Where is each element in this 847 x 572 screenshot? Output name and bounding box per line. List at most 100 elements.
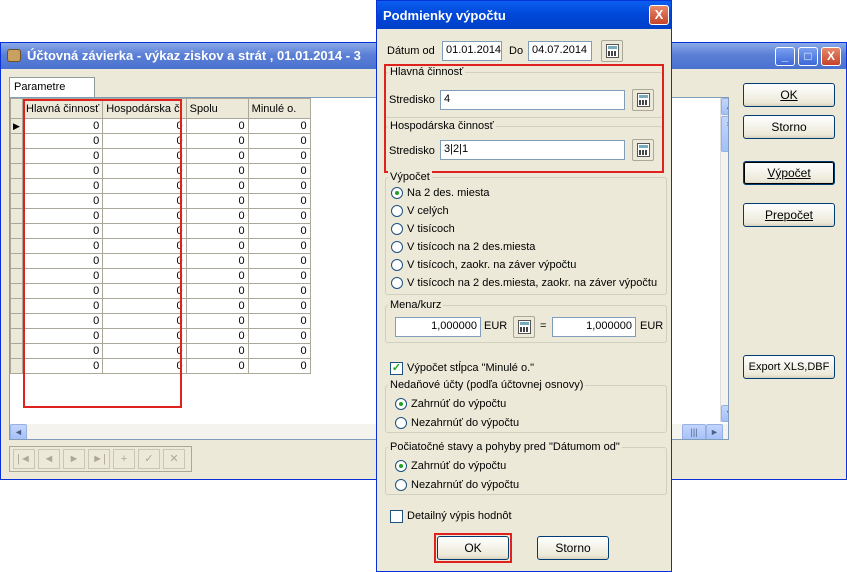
table-cell[interactable]: 0 bbox=[247, 253, 311, 269]
dialog-close-button[interactable]: X bbox=[649, 5, 669, 25]
dialog-storno-button[interactable]: Storno bbox=[537, 536, 609, 560]
vypocet-button[interactable]: Výpočet bbox=[743, 161, 835, 185]
datum-do-input[interactable]: 04.07.2014 bbox=[528, 41, 592, 61]
table-cell[interactable]: 0 bbox=[247, 238, 311, 254]
table-cell[interactable]: 0 bbox=[247, 133, 311, 149]
table-cell[interactable]: 0 bbox=[247, 148, 311, 164]
table-cell[interactable]: 0 bbox=[247, 178, 311, 194]
ok-button[interactable]: OK bbox=[743, 83, 835, 107]
table-cell[interactable]: 0 bbox=[247, 343, 311, 359]
minule-checkbox[interactable]: ✓ bbox=[390, 362, 403, 375]
table-cell[interactable]: 0 bbox=[185, 298, 249, 314]
nav-next-icon[interactable]: ► bbox=[63, 449, 85, 469]
table-cell[interactable]: 0 bbox=[185, 268, 249, 284]
detailny-checkbox[interactable] bbox=[390, 510, 403, 523]
vypocet-radio[interactable] bbox=[391, 241, 403, 253]
podmienky-dialog: Podmienky výpočtu X Dátum od 01.01.2014 … bbox=[376, 0, 672, 572]
vypocet-radio[interactable] bbox=[391, 277, 403, 289]
table-cell[interactable]: 0 bbox=[185, 148, 249, 164]
tab-parametre[interactable]: Parametre bbox=[9, 77, 95, 97]
maximize-button[interactable]: □ bbox=[798, 47, 818, 66]
dialog-titlebar[interactable]: Podmienky výpočtu X bbox=[377, 1, 671, 29]
vypocet-radio-label: V tisícoch na 2 des.miesta, zaokr. na zá… bbox=[407, 277, 658, 289]
nav-insert-icon[interactable]: + bbox=[113, 449, 135, 469]
prepocet-button[interactable]: Prepočet bbox=[743, 203, 835, 227]
nav-cancel-icon[interactable]: ✕ bbox=[163, 449, 185, 469]
export-button[interactable]: Export XLS,DBF bbox=[743, 355, 835, 379]
table-cell[interactable]: 0 bbox=[247, 223, 311, 239]
col-minule[interactable]: Minulé o. bbox=[247, 98, 311, 119]
scroll-down-icon[interactable]: ▼ bbox=[721, 405, 728, 422]
row-indicator bbox=[10, 313, 23, 329]
table-cell[interactable]: 0 bbox=[247, 358, 311, 374]
row-indicator bbox=[10, 208, 23, 224]
table-cell[interactable]: 0 bbox=[185, 238, 249, 254]
vypocet-radio[interactable] bbox=[391, 259, 403, 271]
row-indicator: ▶ bbox=[10, 118, 23, 134]
table-cell[interactable]: 0 bbox=[185, 253, 249, 269]
detailny-checkbox-label: Detailný výpis hodnôt bbox=[407, 510, 512, 522]
vypocet-radio[interactable] bbox=[391, 223, 403, 235]
table-cell[interactable]: 0 bbox=[185, 358, 249, 374]
currency-picker-icon[interactable] bbox=[513, 316, 535, 338]
close-button[interactable]: X bbox=[821, 47, 841, 66]
scroll-left-icon[interactable]: ◄ bbox=[10, 424, 27, 439]
vypocet-label: Výpočet bbox=[767, 166, 811, 180]
vypocet-radio[interactable] bbox=[391, 187, 403, 199]
nedanove-zahrnut-radio[interactable] bbox=[395, 398, 407, 410]
table-cell[interactable]: 0 bbox=[185, 193, 249, 209]
mena-value1-input[interactable]: 1,000000 bbox=[395, 317, 481, 337]
col-spolu[interactable]: Spolu bbox=[185, 98, 249, 119]
nedanove-nezahrnut-label: Nezahrnúť do výpočtu bbox=[411, 417, 520, 429]
nedanove-nezahrnut-radio[interactable] bbox=[395, 417, 407, 429]
pociatocne-nezahrnut-radio[interactable] bbox=[395, 479, 407, 491]
table-cell[interactable]: 0 bbox=[247, 118, 311, 134]
vypocet-radio-label: Na 2 des. miesta bbox=[407, 187, 490, 199]
nav-first-icon[interactable]: |◄ bbox=[13, 449, 35, 469]
highlight-grid-columns bbox=[23, 99, 182, 408]
nav-post-icon[interactable]: ✓ bbox=[138, 449, 160, 469]
vypocet-radio[interactable] bbox=[391, 205, 403, 217]
prepocet-label: Prepočet bbox=[764, 208, 814, 222]
table-cell[interactable]: 0 bbox=[185, 178, 249, 194]
table-cell[interactable]: 0 bbox=[185, 313, 249, 329]
table-cell[interactable]: 0 bbox=[247, 328, 311, 344]
table-cell[interactable]: 0 bbox=[247, 208, 311, 224]
nav-last-icon[interactable]: ►| bbox=[88, 449, 110, 469]
table-cell[interactable]: 0 bbox=[185, 163, 249, 179]
table-cell[interactable]: 0 bbox=[185, 208, 249, 224]
table-cell[interactable]: 0 bbox=[185, 223, 249, 239]
table-cell[interactable]: 0 bbox=[185, 118, 249, 134]
table-cell[interactable]: 0 bbox=[247, 283, 311, 299]
hscroll-thumb[interactable]: ||| bbox=[682, 424, 706, 439]
highlight-stredisko bbox=[384, 64, 664, 173]
row-indicator-header bbox=[10, 98, 23, 119]
scroll-up-icon[interactable]: ▲ bbox=[721, 98, 728, 115]
pociatocne-zahrnut-radio[interactable] bbox=[395, 460, 407, 472]
table-cell[interactable]: 0 bbox=[247, 313, 311, 329]
storno-button[interactable]: Storno bbox=[743, 115, 835, 139]
table-cell[interactable]: 0 bbox=[247, 268, 311, 284]
row-indicator bbox=[10, 193, 23, 209]
nedanove-group-caption: Nedaňové účty (podľa účtovnej osnovy) bbox=[388, 379, 586, 391]
calendar-picker-icon[interactable] bbox=[601, 40, 623, 62]
minimize-button[interactable]: _ bbox=[775, 47, 795, 66]
datum-od-input[interactable]: 01.01.2014 bbox=[442, 41, 502, 61]
table-cell[interactable]: 0 bbox=[247, 193, 311, 209]
nav-prev-icon[interactable]: ◄ bbox=[38, 449, 60, 469]
table-cell[interactable]: 0 bbox=[185, 283, 249, 299]
vertical-scrollbar[interactable]: ▲ ≡ ▼ bbox=[720, 98, 728, 422]
mena-value2-input[interactable]: 1,000000 bbox=[552, 317, 636, 337]
vypocet-radio-label: V tisícoch na 2 des.miesta bbox=[407, 241, 536, 253]
table-cell[interactable]: 0 bbox=[185, 328, 249, 344]
row-indicator bbox=[10, 238, 23, 254]
table-cell[interactable]: 0 bbox=[247, 298, 311, 314]
table-cell[interactable]: 0 bbox=[247, 163, 311, 179]
row-indicator bbox=[10, 163, 23, 179]
record-navigator: |◄ ◄ ► ►| + ✓ ✕ bbox=[9, 446, 192, 472]
scroll-right-icon[interactable]: ► bbox=[706, 424, 723, 439]
scroll-thumb[interactable]: ≡ bbox=[721, 116, 728, 152]
table-cell[interactable]: 0 bbox=[185, 133, 249, 149]
table-cell[interactable]: 0 bbox=[185, 343, 249, 359]
mena-currency2: EUR bbox=[640, 320, 664, 332]
